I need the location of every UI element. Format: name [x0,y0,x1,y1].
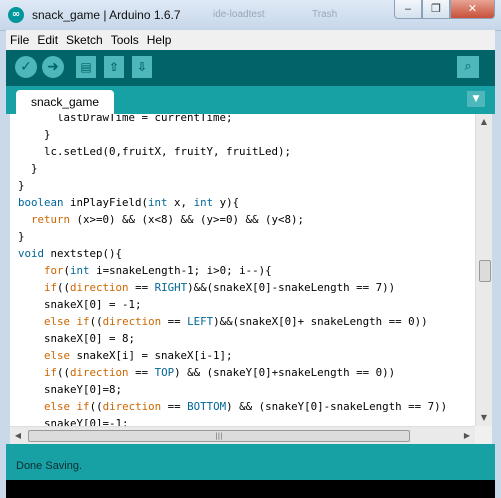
code-line: snakeX[0] = 8; [18,332,136,345]
code-line: else if((direction == BOTTOM) && (snakeY… [44,400,448,413]
scroll-corner [475,426,492,444]
horizontal-scroll-thumb[interactable]: ||| [28,430,410,442]
menu-tools[interactable]: Tools [107,33,143,47]
code-line: } [18,179,25,192]
vertical-scrollbar[interactable]: ▲ ▼ [475,114,492,426]
scroll-left-icon[interactable]: ◀ [10,427,26,444]
status-bar: Done Saving. [6,444,495,480]
code-line: return (x>=0) && (x<8) && (y>=0) && (y<8… [31,213,305,226]
tab-menu-icon[interactable]: ▼ [467,91,485,107]
maximize-button[interactable]: ❐ [422,0,450,19]
code-line: for(int i=snakeLength-1; i>0; i--){ [44,264,272,277]
code-line: snakeX[0] = -1; [18,298,142,311]
new-icon[interactable]: ▤ [76,56,96,78]
title-bar: ∞ snack_game | Arduino 1.6.7 ide-loadtes… [0,0,501,31]
code-line: } [18,128,51,141]
arduino-logo-icon: ∞ [8,7,24,23]
vertical-scroll-thumb[interactable] [479,260,491,282]
code-line: } [18,230,25,243]
open-icon[interactable]: ⇧ [104,56,124,78]
toolbar: ✓ ➜ ▤ ⇧ ⇩ ⌕ [6,50,495,86]
serial-monitor-icon[interactable]: ⌕ [457,56,479,78]
code-line: lastDrawTime = currentTime; [18,114,233,124]
save-icon[interactable]: ⇩ [132,56,152,78]
background-window-title: ide-loadtest [213,9,265,20]
menu-edit[interactable]: Edit [33,33,62,47]
menu-file[interactable]: File [6,33,33,47]
menu-bar: File Edit Sketch Tools Help [6,30,495,50]
tab-snack-game[interactable]: snack_game [16,90,114,114]
code-line: if((direction == TOP) && (snakeY[0]+snak… [44,366,396,379]
code-line: void nextstep(){ [18,247,123,260]
tab-bar: snack_game ▼ [6,86,495,114]
scroll-right-icon[interactable]: ▶ [459,427,475,444]
minimize-button[interactable]: ‒ [394,0,422,19]
close-button[interactable]: ✕ [450,0,495,19]
horizontal-scrollbar[interactable]: ◀ ||| ▶ [10,426,475,444]
code-line: if((direction == RIGHT)&&(snakeX[0]-snak… [44,281,396,294]
verify-icon[interactable]: ✓ [15,56,37,78]
code-line: snakeY[0]=-1; [18,417,129,426]
code-line: } [18,162,38,175]
window-title: snack_game | Arduino 1.6.7 [32,8,181,22]
code-line: snakeY[0]=8; [18,383,123,396]
scroll-down-icon[interactable]: ▼ [476,410,492,426]
background-window-title: Trash [312,9,338,20]
code-line: else snakeX[i] = snakeX[i-1]; [44,349,233,362]
code-editor[interactable]: lastDrawTime = currentTime; } lc.setLed(… [10,114,475,426]
code-line: boolean inPlayField(int x, int y){ [18,196,240,209]
window-controls: ‒ ❐ ✕ [394,0,495,19]
menu-help[interactable]: Help [143,33,176,47]
code-text[interactable]: lastDrawTime = currentTime; } lc.setLed(… [18,114,447,426]
scroll-up-icon[interactable]: ▲ [476,114,492,130]
console-area [6,480,495,498]
upload-icon[interactable]: ➜ [42,56,64,78]
code-line: lc.setLed(0,fruitX, fruitY, fruitLed); [18,145,292,158]
menu-sketch[interactable]: Sketch [62,33,107,47]
status-message: Done Saving. [16,460,83,472]
code-line: else if((direction == LEFT)&&(snakeX[0]+… [44,315,428,328]
